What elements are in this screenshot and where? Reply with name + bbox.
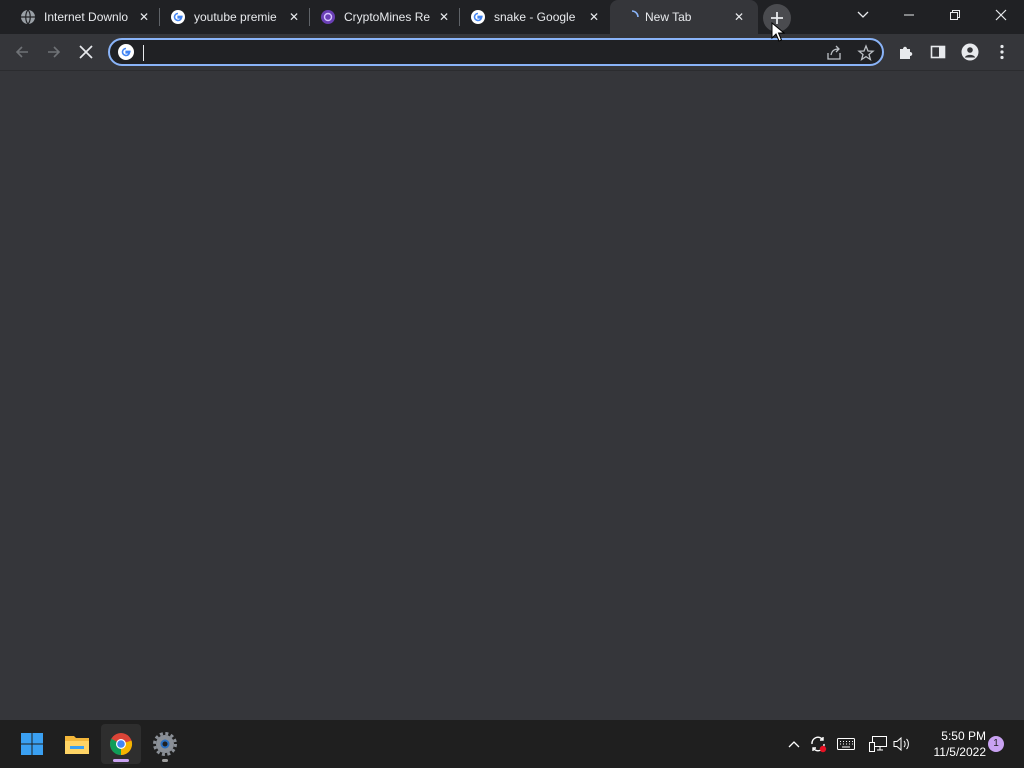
tab-youtube-premium[interactable]: youtube premie ✕ — [160, 0, 310, 34]
close-icon[interactable]: ✕ — [436, 9, 452, 25]
arrow-right-icon — [48, 46, 61, 58]
side-panel-button[interactable] — [924, 38, 952, 66]
profile-button[interactable] — [956, 38, 984, 66]
more-vert-icon — [1000, 44, 1004, 60]
tab-new-tab[interactable]: New Tab ✕ — [610, 0, 758, 34]
sync-icon — [811, 736, 827, 753]
tab-internet-download[interactable]: Internet Downlo ✕ — [0, 0, 160, 34]
windows-taskbar: 5:50 PM 11/5/2022 — [0, 720, 1024, 768]
close-window-button[interactable] — [978, 0, 1024, 30]
taskbar-clock[interactable]: 5:50 PM 11/5/2022 — [916, 728, 987, 760]
browser-toolbar — [0, 34, 1024, 71]
chevron-up-icon — [788, 741, 800, 748]
address-bar[interactable] — [108, 38, 884, 66]
active-app-indicator — [113, 759, 129, 762]
google-icon — [118, 44, 134, 60]
back-button[interactable] — [8, 38, 36, 66]
taskbar-chrome[interactable] — [101, 724, 141, 764]
sync-tray-button[interactable] — [808, 734, 828, 754]
taskbar-settings[interactable] — [145, 724, 185, 764]
clock-time: 5:50 PM — [941, 729, 986, 743]
keyboard-tray-button[interactable] — [836, 734, 856, 754]
extensions-button[interactable] — [892, 38, 920, 66]
forward-button[interactable] — [40, 38, 68, 66]
cryptomines-icon — [321, 10, 335, 24]
tab-cryptomines[interactable]: CryptoMines Re ✕ — [310, 0, 460, 34]
globe-icon — [21, 9, 35, 25]
tab-title: CryptoMines Re — [344, 10, 430, 24]
google-icon — [471, 10, 485, 24]
close-icon[interactable]: ✕ — [586, 9, 602, 25]
text-caret — [143, 45, 144, 61]
clock-date: 11/5/2022 — [933, 745, 987, 759]
show-hidden-icons-button[interactable] — [784, 734, 804, 754]
google-icon — [171, 10, 185, 24]
restore-button[interactable] — [932, 0, 978, 30]
chevron-down-icon — [857, 11, 869, 18]
keyboard-icon — [837, 738, 855, 750]
network-tray-button[interactable] — [868, 734, 888, 754]
settings-icon — [153, 732, 177, 756]
profile-icon — [961, 43, 979, 61]
close-icon[interactable]: ✕ — [731, 9, 747, 25]
star-icon[interactable] — [857, 44, 875, 62]
chrome-menu-button[interactable] — [988, 38, 1016, 66]
tab-title: New Tab — [645, 10, 692, 24]
tab-title: youtube premie — [194, 10, 277, 24]
puzzle-icon — [900, 46, 913, 59]
volume-icon — [893, 736, 909, 752]
close-icon — [79, 45, 93, 59]
close-icon[interactable]: ✕ — [136, 9, 152, 25]
close-icon[interactable]: ✕ — [286, 9, 302, 25]
minimize-icon — [904, 14, 914, 16]
chrome-icon — [109, 733, 133, 756]
volume-tray-button[interactable] — [892, 734, 912, 754]
tab-title: snake - Google — [494, 10, 576, 24]
taskbar-file-explorer[interactable] — [57, 724, 97, 764]
stop-loading-button[interactable] — [72, 38, 100, 66]
file-explorer-icon — [65, 736, 89, 754]
side-panel-icon — [930, 45, 946, 59]
tab-search-button[interactable] — [840, 0, 886, 30]
network-icon — [869, 736, 887, 752]
close-icon — [995, 9, 1007, 21]
share-icon[interactable] — [825, 44, 843, 62]
windows-start-icon — [21, 733, 43, 755]
address-input[interactable] — [142, 43, 802, 61]
page-content — [0, 71, 1024, 720]
tab-snake-google[interactable]: snake - Google ✕ — [460, 0, 610, 34]
restore-icon — [950, 10, 960, 20]
arrow-left-icon — [15, 46, 28, 58]
open-app-indicator — [162, 759, 168, 762]
tab-strip: Internet Downlo ✕ youtube premie ✕ Crypt… — [0, 0, 1024, 34]
minimize-button[interactable] — [886, 0, 932, 30]
chrome-window: Internet Downlo ✕ youtube premie ✕ Crypt… — [0, 0, 1024, 720]
tab-title: Internet Downlo — [44, 10, 129, 24]
notification-badge[interactable]: 1 — [988, 736, 1004, 752]
mouse-cursor-icon — [771, 22, 785, 42]
loading-spinner-icon — [631, 10, 639, 18]
start-button[interactable] — [12, 724, 52, 764]
